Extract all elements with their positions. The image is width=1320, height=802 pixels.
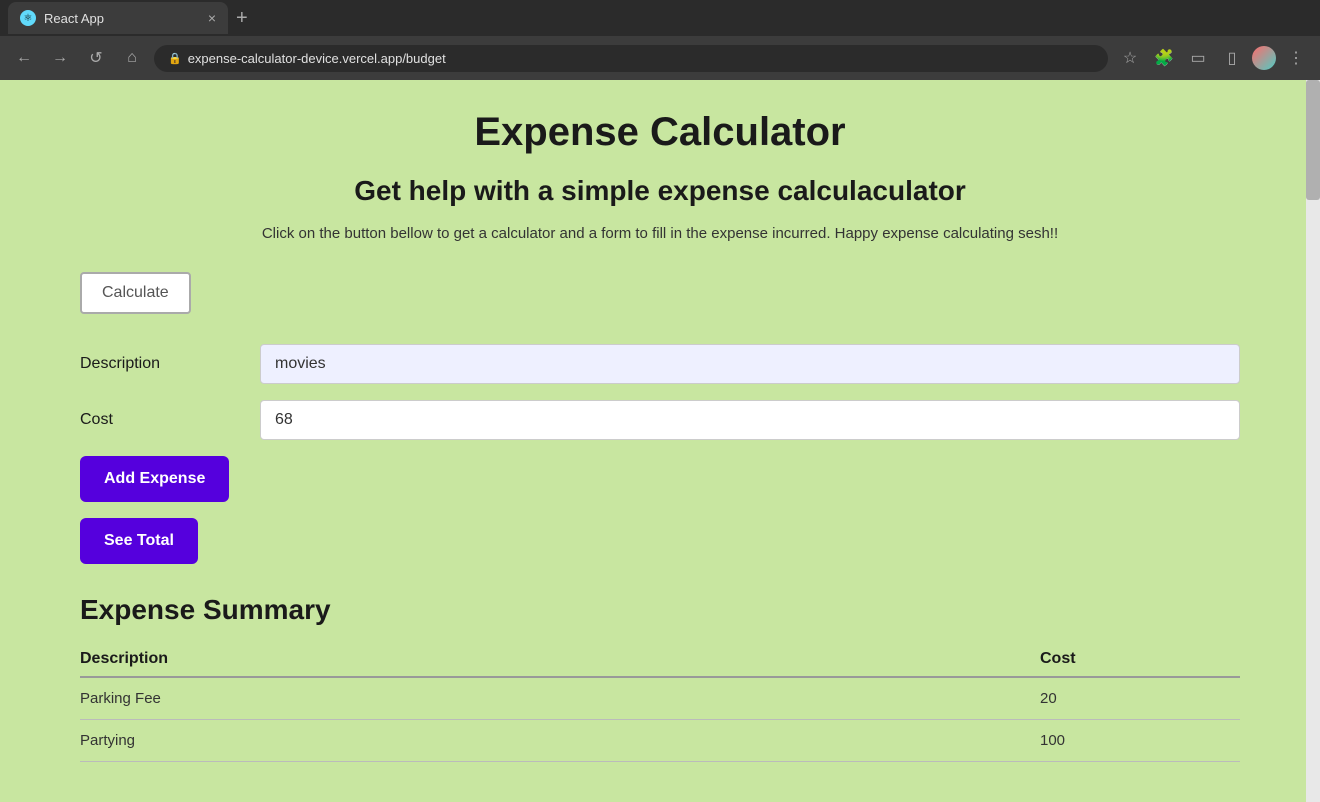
browser-titlebar: ⚛ React App × + bbox=[0, 0, 1320, 36]
table-row: Parking Fee20 bbox=[80, 677, 1240, 720]
description-row: Description bbox=[80, 344, 1240, 384]
table-body: Parking Fee20Partying100 bbox=[80, 677, 1240, 762]
sub-title: Get help with a simple expense calculacu… bbox=[80, 175, 1240, 207]
cast-icon[interactable]: ▭ bbox=[1184, 44, 1212, 72]
cost-label: Cost bbox=[80, 411, 260, 429]
tab-title: React App bbox=[44, 11, 200, 26]
cost-row: Cost bbox=[80, 400, 1240, 440]
browser-tab[interactable]: ⚛ React App × bbox=[8, 2, 228, 34]
description-text: Click on the button bellow to get a calc… bbox=[80, 225, 1240, 242]
address-bar[interactable]: 🔒 expense-calculator-device.vercel.app/b… bbox=[154, 45, 1108, 72]
cost-input[interactable] bbox=[260, 400, 1240, 440]
extension-icon[interactable]: 🧩 bbox=[1150, 44, 1178, 72]
forward-button[interactable]: → bbox=[46, 44, 74, 72]
table-header: Description Cost bbox=[80, 642, 1240, 677]
tab-close-icon[interactable]: × bbox=[208, 10, 216, 26]
page-content: Expense Calculator Get help with a simpl… bbox=[0, 80, 1320, 802]
scrollbar-track[interactable] bbox=[1306, 80, 1320, 802]
row-cost: 20 bbox=[1040, 677, 1240, 720]
refresh-button[interactable]: ↺ bbox=[82, 44, 110, 72]
col-cost-header: Cost bbox=[1040, 642, 1240, 677]
url-text: expense-calculator-device.vercel.app/bud… bbox=[188, 51, 446, 66]
add-expense-button[interactable]: Add Expense bbox=[80, 456, 229, 502]
row-description: Parking Fee bbox=[80, 677, 1040, 720]
expense-summary-title: Expense Summary bbox=[80, 594, 1240, 626]
lock-icon: 🔒 bbox=[168, 52, 182, 65]
main-title: Expense Calculator bbox=[80, 110, 1240, 155]
new-tab-button[interactable]: + bbox=[236, 7, 248, 30]
browser-window: ⚛ React App × + ← → ↺ ⌂ 🔒 expense-calcul… bbox=[0, 0, 1320, 802]
col-description-header: Description bbox=[80, 642, 1040, 677]
back-button[interactable]: ← bbox=[10, 44, 38, 72]
description-label: Description bbox=[80, 355, 260, 373]
profile-avatar[interactable] bbox=[1252, 46, 1276, 70]
description-input[interactable] bbox=[260, 344, 1240, 384]
expense-form: Description Cost bbox=[80, 344, 1240, 440]
browser-toolbar: ← → ↺ ⌂ 🔒 expense-calculator-device.verc… bbox=[0, 36, 1320, 80]
calculate-button[interactable]: Calculate bbox=[80, 272, 191, 314]
bookmark-icon[interactable]: ☆ bbox=[1116, 44, 1144, 72]
toolbar-right: ☆ 🧩 ▭ ▯ ⋮ bbox=[1116, 44, 1310, 72]
see-total-button[interactable]: See Total bbox=[80, 518, 198, 564]
sidebar-icon[interactable]: ▯ bbox=[1218, 44, 1246, 72]
table-header-row: Description Cost bbox=[80, 642, 1240, 677]
more-menu-icon[interactable]: ⋮ bbox=[1282, 44, 1310, 72]
expense-table: Description Cost Parking Fee20Partying10… bbox=[80, 642, 1240, 762]
tab-favicon: ⚛ bbox=[20, 10, 36, 26]
scrollbar-thumb[interactable] bbox=[1306, 80, 1320, 200]
home-button[interactable]: ⌂ bbox=[118, 44, 146, 72]
